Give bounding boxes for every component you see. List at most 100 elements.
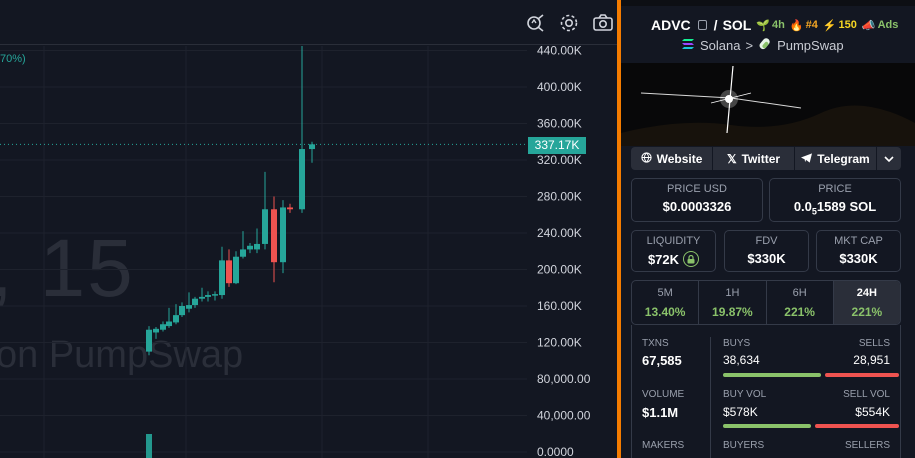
chain-breadcrumb: Solana > PumpSwap — [681, 37, 844, 53]
globe-icon — [640, 151, 652, 166]
y-axis-tick-label: 400.00K — [537, 80, 582, 94]
fdv-box: FDV $330K — [724, 230, 809, 272]
candle-body — [153, 328, 159, 333]
price-sol-value: 0.051589 SOL — [793, 199, 877, 217]
y-axis-tick-label: 240.00K — [537, 226, 582, 240]
candle-body — [179, 306, 185, 316]
camera-icon[interactable] — [592, 12, 614, 34]
txns-value: 67,585 — [642, 353, 682, 368]
candle-body — [254, 243, 260, 250]
twitter-button[interactable]: 𝕏 Twitter — [713, 147, 795, 170]
sell-volume-bar — [815, 424, 899, 428]
y-axis-tick-label: 360.00K — [537, 117, 582, 131]
candle-body — [192, 298, 198, 306]
ads-badge[interactable]: 📣 Ads — [862, 19, 898, 32]
solana-icon — [681, 38, 695, 53]
token-info-panel: ADVC / SOL 🌱 4h 🔥 #4 ⚡ 150 📣 Ads Solana > — [621, 0, 915, 458]
y-axis-tick-label: 160.00K — [537, 299, 582, 313]
y-axis-tick-label: 80,000.00 — [537, 372, 591, 386]
x-logo-icon: 𝕏 — [726, 151, 737, 166]
boost-badge[interactable]: ⚡ 150 — [823, 19, 857, 32]
candle-body — [280, 207, 286, 263]
fdv-label: FDV — [755, 235, 778, 247]
telegram-button[interactable]: Telegram — [795, 147, 877, 170]
app-root: , 15 on PumpSwap 440.00K 400.00K 360.00K 32… — [0, 0, 915, 458]
chain-name[interactable]: Solana — [700, 38, 740, 53]
buys-bar — [723, 373, 821, 377]
website-button[interactable]: Website — [631, 147, 713, 170]
candle-body — [166, 321, 172, 327]
candle-plot[interactable]: 440.00K 400.00K 360.00K 320.00K 280.00K 240.0… — [0, 46, 617, 458]
y-axis-tick-label: 440.00K — [537, 46, 582, 58]
change-percent-label: 70%) — [0, 53, 26, 65]
candle-body — [146, 329, 152, 352]
sprout-icon: 🌱 — [756, 19, 771, 32]
rank-badge: 🔥 #4 — [789, 19, 818, 32]
pair-separator: / — [713, 17, 718, 33]
stats-divider — [710, 337, 711, 458]
candle-body — [212, 294, 218, 296]
candle-body — [205, 295, 211, 297]
indicator-icon[interactable] — [524, 12, 546, 34]
trade-stats: TXNS 67,585 BUYS 38,634 SELLS 28,951 VOL… — [631, 325, 901, 458]
volume-value: $1.1M — [642, 405, 679, 420]
current-price-tag: 337.17K — [528, 137, 586, 154]
y-axis-tick-label: 200.00K — [537, 263, 582, 277]
lightning-icon: ⚡ — [822, 19, 837, 32]
candle-body — [271, 209, 277, 263]
gear-icon[interactable] — [558, 12, 580, 34]
more-links-button[interactable] — [877, 147, 901, 170]
liquidity-value: $72K — [632, 251, 715, 267]
sell-volume-label: SELL VOL — [843, 389, 890, 400]
chevron-down-icon — [884, 152, 894, 166]
price-sol-box: PRICE 0.051589 SOL — [769, 178, 901, 222]
y-axis-tick-label: 120.00K — [537, 336, 582, 350]
y-axis-tick-label: 0.0000 — [537, 445, 574, 458]
volume-label: VOLUME — [642, 389, 685, 400]
candle-body — [226, 260, 232, 284]
price-usd-label: PRICE USD — [667, 183, 727, 195]
timeframe-tabs: 5M 13.40% 1H 19.87% 6H 221% 24H 221% — [631, 280, 901, 325]
txns-label: TXNS — [642, 338, 669, 349]
megaphone-icon: 📣 — [861, 19, 876, 32]
candle-body — [247, 245, 253, 250]
chart-toolbar — [0, 0, 621, 45]
market-cap-value: $330K — [839, 251, 878, 266]
fdv-value: $330K — [747, 251, 786, 266]
candle-body — [309, 144, 315, 150]
candle-body — [160, 324, 166, 330]
dex-name[interactable]: PumpSwap — [777, 38, 843, 53]
panel-top-strip — [621, 0, 915, 6]
makers-label: MAKERS — [642, 440, 685, 451]
sells-value: 28,951 — [853, 353, 890, 367]
buyers-label: BUYERS — [723, 440, 765, 451]
candle-body — [233, 256, 239, 284]
market-cap-label: MKT CAP — [834, 235, 883, 247]
price-chart[interactable]: , 15 on PumpSwap 440.00K 400.00K 360.00K 32… — [0, 0, 621, 458]
tab-6h[interactable]: 6H 221% — [767, 281, 834, 324]
token-banner-image — [621, 63, 915, 146]
buy-volume-value: $578K — [723, 405, 758, 419]
buys-value: 38,634 — [723, 353, 760, 367]
volume-bar — [146, 434, 152, 458]
tab-1h[interactable]: 1H 19.87% — [699, 281, 767, 324]
tab-24h[interactable]: 24H 221% — [833, 281, 900, 324]
social-links: Website 𝕏 Twitter Telegram — [631, 147, 901, 170]
tab-5m[interactable]: 5M 13.40% — [632, 281, 700, 324]
candle-body — [186, 305, 192, 309]
candle-body — [173, 315, 179, 323]
copy-icon[interactable] — [697, 20, 707, 30]
y-axis-tick-label: 40,000.00 — [537, 409, 591, 423]
telegram-icon — [801, 152, 813, 166]
price-sol-label: PRICE — [818, 183, 852, 195]
candle-body — [199, 296, 205, 299]
sells-bar — [825, 373, 899, 377]
market-cap-box: MKT CAP $330K — [816, 230, 901, 272]
pair-base: ADVC — [651, 17, 691, 33]
lock-icon[interactable] — [683, 251, 700, 267]
candle-body — [299, 149, 305, 210]
pair-quote: SOL — [722, 17, 752, 33]
sellers-label: SELLERS — [844, 440, 890, 451]
flame-icon: 🔥 — [789, 19, 804, 32]
buy-volume-bar — [723, 424, 811, 428]
